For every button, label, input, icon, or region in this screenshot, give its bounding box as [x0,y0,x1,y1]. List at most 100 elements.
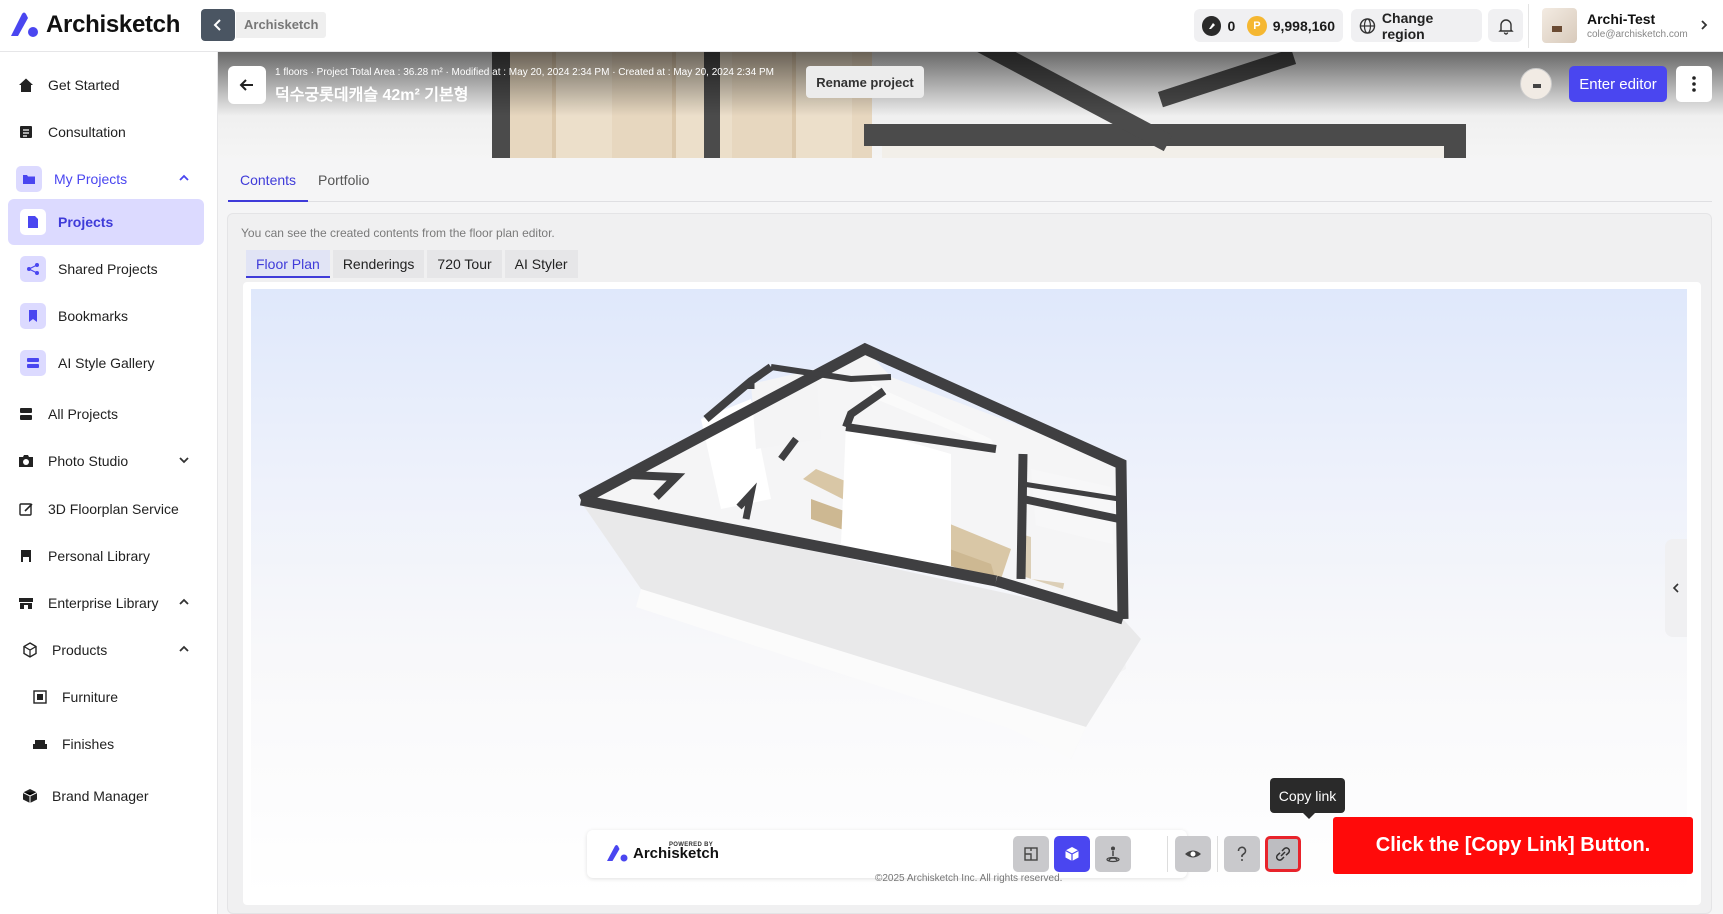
copy-link-tooltip: Copy link [1270,778,1345,819]
help-button[interactable] [1224,836,1260,872]
subtab-720-tour[interactable]: 720 Tour [427,250,502,278]
sidebar-item-label: Shared Projects [58,261,158,277]
sidebar-item-label: Projects [58,214,114,230]
main-content: 1 floors · Project Total Area : 36.28 m²… [218,52,1723,914]
rename-project-button[interactable]: Rename project [806,66,924,98]
more-options-button[interactable] [1676,66,1712,102]
visibility-button[interactable] [1175,836,1211,872]
sidebar-item-shared-projects[interactable]: Shared Projects [8,246,204,292]
chevron-down-icon [176,452,192,468]
globe-icon [1359,17,1376,34]
contents-panel: You can see the created contents from th… [227,213,1712,914]
edit-icon [16,499,36,519]
user-menu-button[interactable] [1691,12,1717,38]
top-bar: Archisketch Archisketch 0 P 9,998,160 Ch… [0,0,1723,52]
sidebar-item-enterprise-library[interactable]: Enterprise Library [8,580,204,626]
sidebar-item-ai-style-gallery[interactable]: AI Style Gallery [8,340,204,386]
sidebar-item-projects[interactable]: Projects [8,199,204,245]
chevron-right-icon [1701,20,1708,30]
server-icon [16,404,36,424]
side-panel-toggle[interactable] [1665,539,1687,637]
hero-render-wall [1444,124,1466,158]
eye-icon [1185,850,1201,858]
subtab-ai-styler[interactable]: AI Styler [504,250,578,278]
change-region-label: Change region [1381,9,1434,42]
person-walk-icon [1106,846,1120,863]
sidebar-item-my-projects[interactable]: My Projects [8,156,204,202]
sidebar-item-all-projects[interactable]: All Projects [8,391,204,437]
walkthrough-button[interactable] [1095,836,1131,872]
back-button[interactable] [228,66,266,104]
user-email: cole@archisketch.com [1587,29,1688,40]
bookmark-icon [20,303,46,329]
sidebar-item-products[interactable]: Products [8,627,204,673]
sidebar-item-personal-library[interactable]: Personal Library [8,533,204,579]
box-icon [20,786,40,806]
breadcrumb-back-button[interactable] [201,9,235,41]
user-avatar[interactable] [1542,8,1577,43]
brand-logo[interactable]: Archisketch [8,10,180,40]
enter-editor-button[interactable]: Enter editor [1569,66,1667,102]
sidebar: Get Started Consultation My Projects Pro… [0,52,218,914]
contents-hint: You can see the created contents from th… [241,226,555,240]
tab-contents[interactable]: Contents [228,160,309,202]
credits-badge[interactable]: 0 P 9,998,160 [1194,9,1343,42]
3d-floor-plan-canvas[interactable] [251,289,1687,897]
sidebar-item-photo-studio[interactable]: Photo Studio [8,438,204,484]
credit-b-value: 9,998,160 [1272,17,1335,34]
powered-by-brand[interactable]: Archisketch [605,843,719,863]
notifications-button[interactable] [1488,9,1523,42]
chevron-up-icon [176,641,192,657]
viewer-toolbar: POWERED BY Archisketch [587,830,1301,878]
sidebar-item-furniture[interactable]: Furniture [8,674,204,720]
sidebar-item-label: All Projects [48,406,119,422]
sidebar-item-get-started[interactable]: Get Started [8,62,204,108]
tab-portfolio[interactable]: Portfolio [306,160,381,202]
sidebar-item-label: AI Style Gallery [58,355,155,371]
sidebar-item-label: Furniture [62,689,119,705]
furniture-icon [30,687,50,707]
cube-icon [20,640,40,660]
project-hero: 1 floors · Project Total Area : 36.28 m²… [218,52,1723,158]
sidebar-item-label: Finishes [62,736,115,752]
sidebar-item-label: Brand Manager [52,788,149,804]
sidebar-item-label: Photo Studio [48,453,129,469]
3d-view-button[interactable] [1054,836,1090,872]
cube-3d-icon [1065,847,1079,861]
store-icon [16,593,36,613]
sidebar-item-bookmarks[interactable]: Bookmarks [8,293,204,339]
sidebar-item-3d-floorplan-service[interactable]: 3D Floorplan Service [8,486,204,532]
content-subtabs: Floor Plan Renderings 720 Tour AI Styler [246,250,578,278]
collaborator-avatar[interactable] [1520,68,1552,100]
gallery-icon [20,350,46,376]
user-name: Archi-Test [1587,11,1656,27]
chevron-left-icon [1672,583,1679,593]
toolbar-separator [1167,836,1168,872]
subtab-floor-plan[interactable]: Floor Plan [246,250,330,278]
bell-icon [1497,18,1514,35]
project-tabs: Contents Portfolio [228,160,1712,202]
sidebar-item-consultation[interactable]: Consultation [8,109,204,155]
2d-view-button[interactable] [1013,836,1049,872]
sidebar-item-label: Products [52,642,108,658]
sofa-icon [30,734,50,754]
point-coin-icon: P [1247,15,1267,36]
toolbar-separator [1217,836,1218,872]
powered-by-brand-name: Archisketch [633,844,719,862]
change-region-button[interactable]: Change region [1351,9,1482,42]
archisketch-logo-icon [11,12,38,37]
project-title: 덕수궁롯데캐슬 42m² 기본형 [275,87,469,104]
sidebar-item-finishes[interactable]: Finishes [8,721,204,767]
subtab-renderings[interactable]: Renderings [332,250,425,278]
copy-link-button[interactable] [1265,836,1301,872]
sidebar-item-label: Bookmarks [58,308,129,324]
topbar-divider [1528,4,1529,48]
brand-name: Archisketch [46,11,181,38]
sidebar-item-label: Get Started [48,77,120,93]
floor-plan-3d-model [578,342,1141,759]
archisketch-logo-icon [607,845,628,862]
breadcrumb[interactable]: Archisketch [236,12,327,38]
sidebar-item-label: Enterprise Library [48,595,159,611]
floor-plan-2d-icon [1024,847,1038,861]
sidebar-item-brand-manager[interactable]: Brand Manager [8,773,204,819]
